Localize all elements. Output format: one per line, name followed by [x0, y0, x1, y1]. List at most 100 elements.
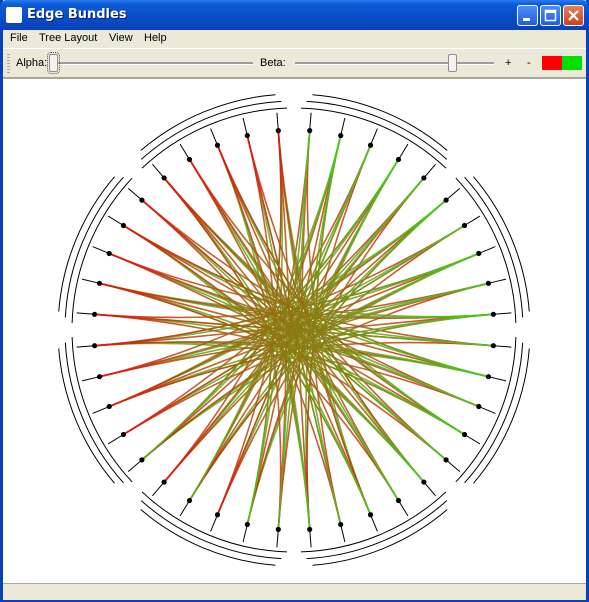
close-button[interactable] [563, 5, 584, 26]
minimize-button[interactable] [517, 5, 538, 26]
node-tick [92, 406, 110, 414]
zoom-in-button[interactable]: + [505, 57, 511, 69]
graph-node[interactable] [120, 431, 127, 438]
graph-node[interactable] [186, 156, 193, 163]
graph-node[interactable] [275, 128, 281, 134]
node-tick [370, 514, 378, 532]
graph-node[interactable] [120, 222, 127, 229]
node-tick [493, 345, 512, 348]
node-tick [398, 143, 409, 160]
node-tick [309, 529, 312, 548]
node-tick [370, 128, 378, 146]
hierarchy-arc [312, 94, 448, 151]
hierarchy-arc [312, 509, 448, 566]
bundled-edges [94, 130, 494, 530]
alpha-slider-thumb[interactable] [47, 52, 60, 74]
graph-node[interactable] [490, 311, 496, 317]
graph-node[interactable] [161, 479, 167, 485]
graph-node[interactable] [214, 142, 221, 148]
node-tick [242, 117, 248, 136]
graph-node[interactable] [244, 521, 250, 528]
graph-node[interactable] [96, 280, 103, 286]
beta-slider[interactable] [293, 49, 496, 77]
graph-node[interactable] [96, 374, 103, 380]
graph-node[interactable] [461, 222, 468, 229]
node-tick [423, 481, 436, 497]
node-tick [81, 376, 100, 382]
hierarchy-arc [473, 176, 530, 312]
alpha-label: Alpha: [16, 57, 48, 69]
graph-node[interactable] [307, 128, 313, 134]
graph-node[interactable] [139, 197, 145, 203]
alpha-slider-track[interactable] [51, 62, 253, 65]
edge-bundle-graph[interactable] [3, 79, 584, 582]
graph-node[interactable] [92, 311, 98, 317]
graph-node[interactable] [443, 457, 449, 463]
hierarchy-arc [140, 94, 276, 151]
beta-slider-track[interactable] [295, 62, 494, 65]
graph-node[interactable] [367, 512, 374, 518]
node-tick [107, 215, 124, 226]
node-tick [488, 376, 507, 382]
graph-node[interactable] [485, 280, 492, 286]
java-app-icon [6, 7, 22, 23]
end-color-swatch[interactable] [562, 56, 582, 70]
minimize-icon [523, 18, 530, 21]
graph-node[interactable] [106, 403, 112, 410]
hierarchy-arc [58, 176, 115, 312]
graph-node[interactable] [244, 132, 250, 139]
node-tick [488, 278, 507, 284]
hierarchy-arc [473, 348, 530, 484]
graph-node[interactable] [139, 457, 145, 463]
graph-node[interactable] [307, 526, 313, 532]
graph-node[interactable] [338, 132, 344, 139]
alpha-slider[interactable] [47, 49, 255, 77]
graph-node[interactable] [421, 479, 427, 485]
node-tick [92, 246, 110, 254]
start-color-swatch[interactable] [542, 56, 562, 70]
graph-node[interactable] [476, 403, 482, 410]
menu-bar: File Tree Layout View Help [3, 30, 586, 48]
graph-node[interactable] [338, 521, 344, 528]
node-tick [179, 500, 190, 517]
node-tick [276, 529, 279, 548]
graph-node[interactable] [461, 431, 468, 438]
graph-node[interactable] [214, 512, 221, 518]
graph-node[interactable] [395, 497, 402, 504]
status-bar [3, 583, 586, 600]
graph-node[interactable] [161, 175, 167, 181]
title-bar[interactable]: Edge Bundles [0, 0, 589, 30]
toolbar-grip[interactable] [7, 54, 10, 73]
node-tick [464, 215, 481, 226]
graph-node[interactable] [443, 197, 449, 203]
graph-node[interactable] [106, 250, 112, 257]
node-tick [210, 128, 218, 146]
node-tick [152, 481, 165, 497]
node-tick [127, 188, 143, 201]
menu-help[interactable]: Help [144, 32, 167, 44]
node-tick [423, 163, 436, 179]
beta-label: Beta: [260, 57, 286, 69]
node-tick [309, 112, 312, 131]
node-tick [76, 312, 95, 315]
graph-node[interactable] [395, 156, 402, 163]
graph-node[interactable] [92, 343, 98, 349]
graph-node[interactable] [485, 374, 492, 380]
graph-node[interactable] [367, 142, 374, 148]
graph-node[interactable] [186, 497, 193, 504]
maximize-icon [544, 9, 557, 22]
maximize-button[interactable] [540, 5, 561, 26]
graph-node[interactable] [275, 526, 281, 532]
hierarchy-arc [140, 509, 276, 566]
menu-view[interactable]: View [109, 32, 133, 44]
graph-node[interactable] [490, 343, 496, 349]
node-tick [445, 459, 461, 472]
hierarchy-arc [58, 348, 115, 484]
zoom-out-button[interactable]: - [527, 57, 531, 69]
graph-node[interactable] [476, 250, 482, 257]
beta-slider-thumb[interactable] [448, 54, 457, 72]
graph-node[interactable] [421, 175, 427, 181]
menu-tree-layout[interactable]: Tree Layout [39, 32, 97, 44]
graph-canvas[interactable] [3, 78, 586, 583]
menu-file[interactable]: File [10, 32, 28, 44]
